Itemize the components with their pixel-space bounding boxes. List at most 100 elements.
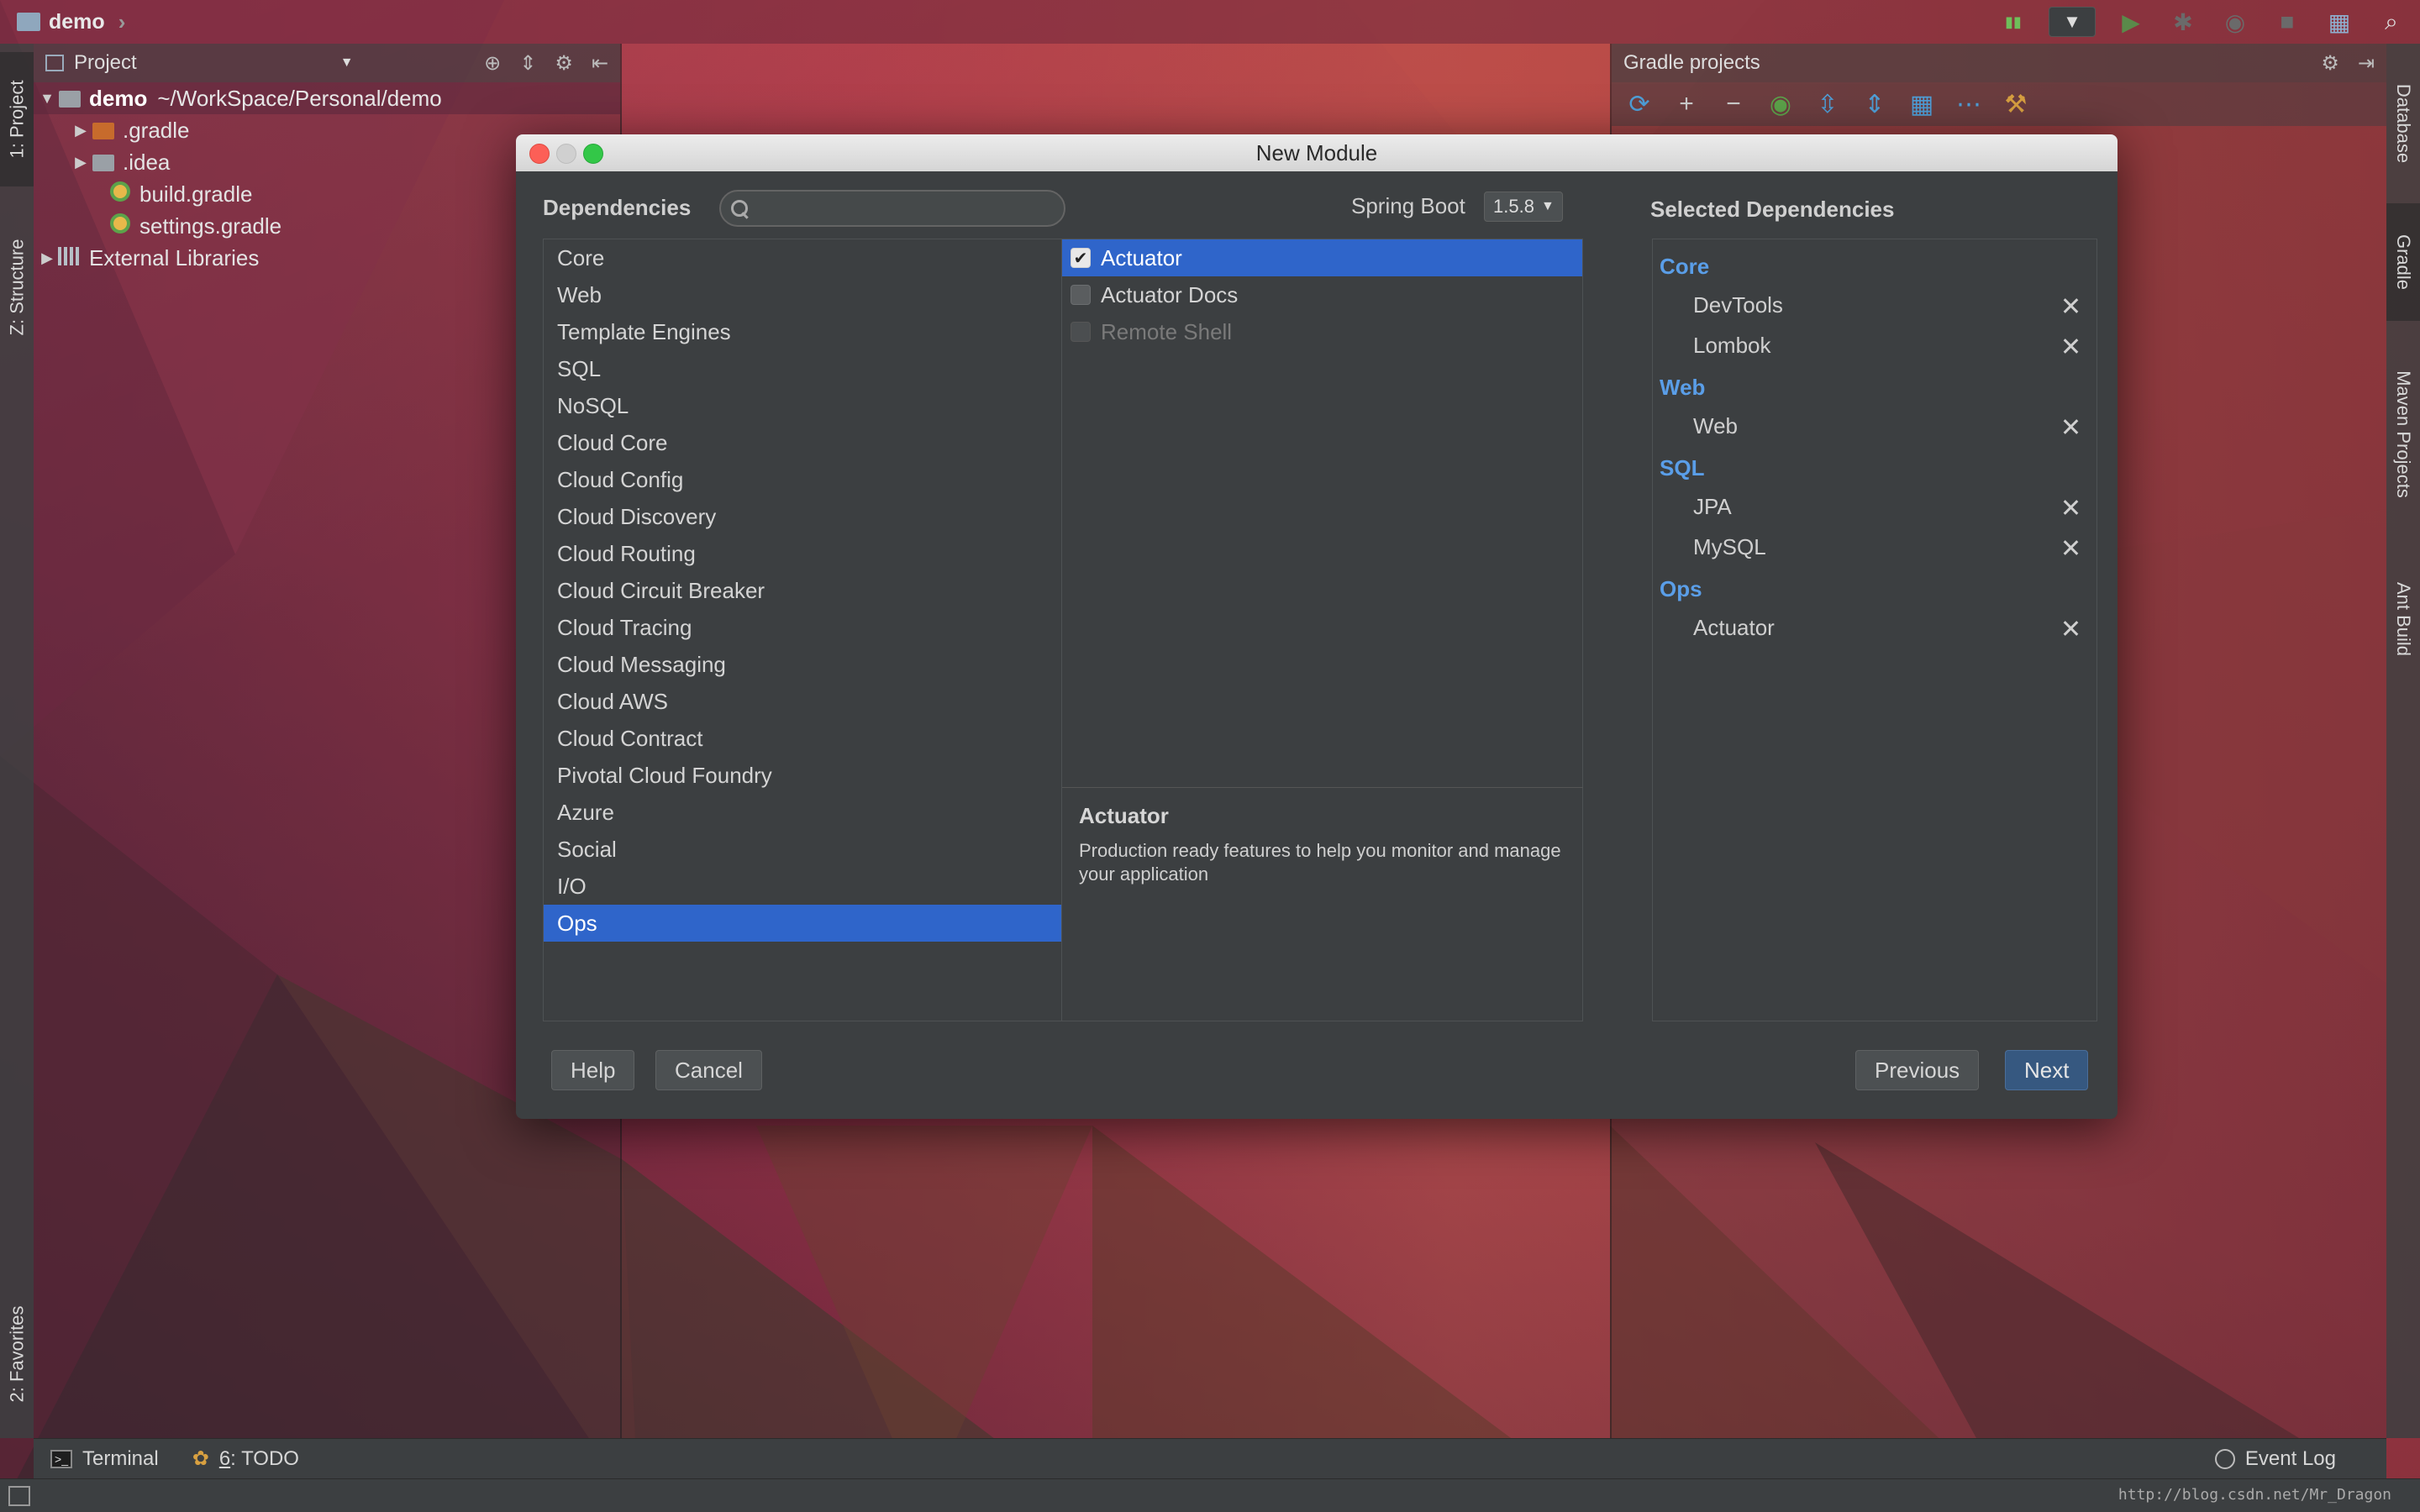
dependency-item[interactable]: Actuator Docs [1062, 276, 1582, 313]
project-structure-icon[interactable]: ▦ [2323, 5, 2356, 39]
category-item[interactable]: Cloud Tracing [544, 609, 1061, 646]
tab-database[interactable]: Database [2386, 60, 2420, 186]
collapsed-arrow-icon[interactable]: ▶ [72, 154, 89, 171]
expand-all-icon[interactable]: ⇳ [1815, 90, 1840, 119]
category-item[interactable]: Core [544, 239, 1061, 276]
scroll-from-source-icon[interactable]: ⊕ [484, 51, 501, 76]
run-icon[interactable]: ▶ [2114, 5, 2148, 39]
category-item[interactable]: Cloud Messaging [544, 646, 1061, 683]
category-item[interactable]: Cloud Config [544, 461, 1061, 498]
project-panel-title: Project [74, 51, 137, 74]
right-tool-window-strip: Database Gradle Maven Projects Ant Build [2386, 44, 2420, 1438]
close-window-button[interactable] [529, 144, 550, 164]
tab-project[interactable]: 1: Project [0, 52, 34, 186]
breadcrumb[interactable]: demo › [17, 9, 125, 35]
selected-dependency-item: Lombok [1653, 325, 2096, 365]
hide-panel-icon[interactable]: ⇤ [592, 51, 608, 76]
selected-dependency-label: Actuator [1693, 614, 1775, 640]
tree-item-label: settings.gradle [139, 213, 282, 239]
selected-group-header: SQL [1660, 454, 1705, 480]
breadcrumb-project[interactable]: demo [49, 10, 105, 34]
tab-event-log[interactable]: Event Log [2214, 1439, 2336, 1479]
gear-icon[interactable]: ⚙ [2321, 51, 2339, 76]
cancel-button[interactable]: Cancel [655, 1050, 762, 1090]
collapse-all-icon[interactable]: ⇕ [1862, 90, 1887, 119]
category-item[interactable]: Cloud AWS [544, 683, 1061, 720]
remove-dependency-close-icon[interactable] [2061, 297, 2080, 315]
speech-bubble-icon [2214, 1449, 2235, 1469]
refresh-icon[interactable]: ⟳ [1627, 90, 1652, 119]
remove-dependency-close-icon[interactable] [2061, 619, 2080, 638]
run-config-dropdown[interactable]: ▼ [2049, 7, 2096, 37]
dependency-search-input[interactable] [756, 197, 1042, 220]
previous-button[interactable]: Previous [1855, 1050, 1980, 1090]
category-item[interactable]: Cloud Core [544, 424, 1061, 461]
tab-todo[interactable]: ✿ 6: TODO [192, 1446, 299, 1471]
category-item[interactable]: Ops [544, 905, 1061, 942]
tab-gradle[interactable]: Gradle [2386, 203, 2420, 321]
chevron-down-icon: ▼ [1540, 199, 1555, 213]
collapsed-arrow-icon[interactable]: ▶ [39, 249, 55, 267]
gradle-panel-actions: ⚙ ⇥ [2321, 51, 2375, 76]
collapsed-arrow-icon[interactable]: ▶ [72, 122, 89, 139]
help-button[interactable]: Help [551, 1050, 635, 1090]
remove-icon[interactable]: − [1721, 90, 1746, 118]
category-item[interactable]: Cloud Routing [544, 535, 1061, 572]
dependency-items: ✔ Actuator Actuator Docs Remote Shell [1062, 239, 1582, 350]
group-modules-icon[interactable]: ▦ [1909, 90, 1934, 119]
dependency-checkbox[interactable]: ✔ [1071, 248, 1091, 268]
remove-dependency-close-icon[interactable] [2061, 417, 2080, 436]
maximize-window-button[interactable] [583, 144, 603, 164]
debug-icon[interactable]: ✱ [2166, 5, 2200, 39]
category-item[interactable]: Pivotal Cloud Foundry [544, 757, 1061, 794]
tab-structure[interactable]: Z: Structure [0, 203, 34, 371]
selected-dependency-label: Lombok [1693, 332, 1771, 358]
selected-version: 1.5.8 [1493, 196, 1534, 217]
category-item[interactable]: Cloud Circuit Breaker [544, 572, 1061, 609]
tool-windows-toggle-icon[interactable] [8, 1486, 30, 1506]
folder-icon [89, 118, 118, 144]
category-item[interactable]: NoSQL [544, 387, 1061, 424]
remove-dependency-close-icon[interactable] [2061, 538, 2080, 557]
dependency-checkbox[interactable] [1071, 285, 1091, 305]
offline-mode-icon[interactable]: ⋯ [1956, 90, 1981, 119]
vcs-update-icon[interactable]: ▮▮ [1996, 5, 2030, 39]
stop-icon[interactable]: ■ [2270, 5, 2304, 39]
dialog-titlebar: New Module [516, 134, 2118, 171]
todo-icon: ✿ [192, 1447, 209, 1470]
gradle-settings-icon[interactable]: ⚒ [2003, 90, 2028, 119]
category-item[interactable]: Web [544, 276, 1061, 313]
hide-panel-icon[interactable]: ⇥ [2358, 51, 2375, 76]
tab-maven-projects[interactable]: Maven Projects [2386, 329, 2420, 539]
category-item[interactable]: I/O [544, 868, 1061, 905]
view-dropdown-icon[interactable]: ▼ [340, 55, 354, 71]
minimize-window-button[interactable] [556, 144, 576, 164]
category-item[interactable]: SQL [544, 350, 1061, 387]
remove-dependency-close-icon[interactable] [2061, 498, 2080, 517]
dependency-search-box[interactable] [719, 190, 1065, 227]
category-item[interactable]: Cloud Discovery [544, 498, 1061, 535]
expanded-arrow-icon[interactable]: ▼ [39, 90, 55, 108]
status-bar: http://blog.csdn.net/Mr_Dragon [0, 1478, 2420, 1512]
tab-favorites[interactable]: 2: Favorites [0, 1270, 34, 1438]
search-everywhere-icon[interactable]: ⌕ [2375, 5, 2408, 39]
tab-terminal[interactable]: >_ Terminal [50, 1447, 159, 1471]
tree-item-demo[interactable]: ▼ demo ~/WorkSpace/Personal/demo [34, 82, 620, 114]
collapse-all-icon[interactable]: ⇕ [519, 51, 536, 76]
category-item[interactable]: Social [544, 831, 1061, 868]
category-item[interactable]: Template Engines [544, 313, 1061, 350]
selected-group-header: Web [1660, 374, 1706, 400]
category-item[interactable]: Cloud Contract [544, 720, 1061, 757]
gradle-task-icon[interactable]: ◉ [1768, 90, 1793, 119]
project-panel-header: Project ▼ ⊕ ⇕ ⚙ ⇤ [34, 44, 620, 82]
dependency-item[interactable]: ✔ Actuator [1062, 239, 1582, 276]
add-icon[interactable]: + [1674, 90, 1699, 118]
tab-ant-build[interactable]: Ant Build [2386, 556, 2420, 682]
gear-icon[interactable]: ⚙ [555, 51, 573, 76]
next-button[interactable]: Next [2005, 1050, 2089, 1090]
coverage-icon[interactable]: ◉ [2218, 5, 2252, 39]
category-item[interactable]: Azure [544, 794, 1061, 831]
remove-dependency-close-icon[interactable] [2061, 337, 2080, 355]
spring-boot-version-select[interactable]: 1.5.8 ▼ [1484, 192, 1563, 222]
bottom-tool-window-bar: >_ Terminal ✿ 6: TODO Event Log [34, 1438, 2386, 1478]
